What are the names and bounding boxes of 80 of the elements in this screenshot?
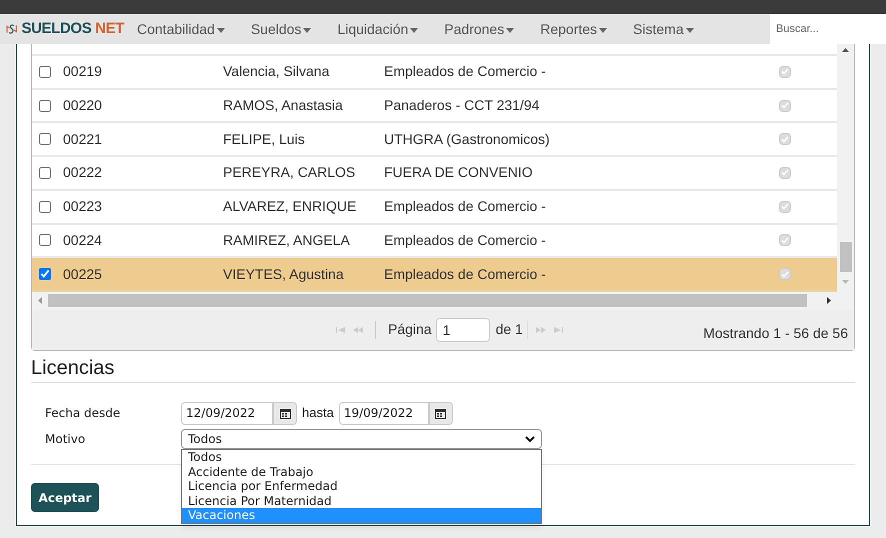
table-cell-text: 00222 (63, 163, 103, 182)
row-checkbox[interactable] (39, 100, 51, 112)
scroll-up-icon[interactable] (842, 48, 849, 52)
table-cell-text: 00220 (63, 96, 103, 115)
table-cell-text: FELIPE, Luis (223, 130, 306, 149)
field-label: hasta (302, 404, 334, 422)
check-icon (781, 169, 789, 176)
date-field[interactable]: 12/09/2022 (181, 402, 273, 424)
menu-item[interactable]: Contabilidad (124, 14, 238, 44)
date-field[interactable]: 19/09/2022 (338, 402, 429, 424)
field-label: Motivo (45, 431, 86, 448)
caret-icon (506, 28, 514, 32)
table-cell-text: 00224 (63, 230, 103, 250)
table-cell-text: 00225 (63, 264, 103, 284)
table-cell-text: PEREYRA, CARLOS (223, 163, 356, 182)
table-cell-text: VIEYTES, Agustina (223, 264, 345, 284)
table-cell-text: 00219 (63, 62, 103, 82)
table-cell-text: Valencia, Silvana (223, 62, 330, 82)
caret-icon (303, 28, 312, 32)
check-icon (781, 68, 789, 76)
page-field[interactable]: 1 (436, 318, 490, 342)
menu-item[interactable]: Sueldos (238, 14, 324, 44)
horizontal-scrollbar[interactable] (32, 292, 854, 309)
row-checkbox[interactable] (39, 166, 51, 179)
calendar-button[interactable] (428, 402, 453, 424)
caret-icon (599, 28, 608, 32)
scroll-right-icon[interactable] (827, 297, 831, 304)
brand-name[interactable]: SUELDOS NET (21, 18, 124, 40)
scrollbar-thumb[interactable] (840, 242, 852, 272)
table-row[interactable]: 00220 RAMOS, Anastasia Panaderos - CCT 231/94 (32, 90, 837, 124)
menu-item[interactable]: Padrones (431, 14, 528, 44)
table-cell-text: Empleados de Comercio - (384, 62, 547, 82)
motivo-select[interactable]: Todos (181, 429, 542, 449)
row-checkbox[interactable] (39, 66, 51, 78)
section-title: Licencias (31, 356, 116, 381)
dropdown-option[interactable]: Licencia por Enfermedad (182, 479, 541, 494)
table-cell-text: FUERA DE CONVENIO (384, 163, 534, 182)
row-checkbox[interactable] (39, 133, 51, 146)
menu-item[interactable]: Reportes (527, 14, 620, 44)
chevron-down-icon (525, 436, 535, 442)
table-cell-text: RAMOS, Anastasia (223, 96, 344, 115)
search-field[interactable]: Buscar... (770, 14, 886, 44)
vertical-scrollbar[interactable] (837, 44, 854, 292)
calendar-icon (280, 408, 290, 418)
row-checkbox[interactable] (39, 234, 51, 246)
scrollbar-thumb[interactable] (48, 294, 807, 307)
field-label: Fecha desde (45, 405, 122, 422)
check-icon (781, 102, 789, 109)
table-cell-text: Empleados de Comercio - (384, 197, 547, 216)
accept-button[interactable]: Aceptar (31, 483, 99, 512)
table-cell-text: Empleados de Comercio - (384, 264, 547, 284)
menu-item[interactable]: Liquidación (324, 14, 432, 44)
check-icon (781, 203, 789, 210)
calendar-icon (435, 408, 446, 418)
table-cell-text: UTHGRA (Gastronomicos) (384, 130, 551, 149)
check-icon (781, 270, 789, 278)
dropdown-option[interactable]: Licencia Por Maternidad (182, 494, 541, 508)
check-icon (781, 136, 789, 143)
row-checkbox[interactable] (39, 268, 51, 280)
caret-icon (686, 28, 694, 32)
scroll-left-icon[interactable] (38, 297, 42, 304)
table-cell-text: 00221 (63, 130, 103, 149)
table-cell-text: RAMIREZ, ANGELA (223, 230, 351, 250)
table-cell-text: Empleados de Comercio - (384, 230, 547, 250)
table-cell-text: ALVAREZ, ENRIQUE (223, 197, 358, 216)
caret-icon (216, 28, 225, 32)
records-summary: Mostrando 1 - 56 de 56 (703, 324, 848, 343)
menu-item[interactable]: Sistema (620, 14, 707, 44)
table-cell-text: 00223 (63, 197, 103, 216)
check-icon (781, 236, 789, 244)
table-row[interactable]: 00224 RAMIREZ, ANGELA Empleados de Comercio - (32, 224, 837, 258)
calendar-button[interactable] (273, 402, 297, 424)
page-label: Página (388, 320, 432, 339)
dropdown-option[interactable]: Todos (182, 450, 541, 464)
table-row[interactable]: 00225 VIEYTES, Agustina Empleados de Comercio - (32, 258, 837, 292)
caret-icon (410, 28, 418, 32)
page-count: de 1 (496, 320, 523, 339)
dropdown-option[interactable]: Accidente de Trabajo (182, 464, 541, 479)
row-checkbox[interactable] (39, 200, 51, 213)
table-cell-text: Panaderos - CCT 231/94 (384, 96, 540, 115)
